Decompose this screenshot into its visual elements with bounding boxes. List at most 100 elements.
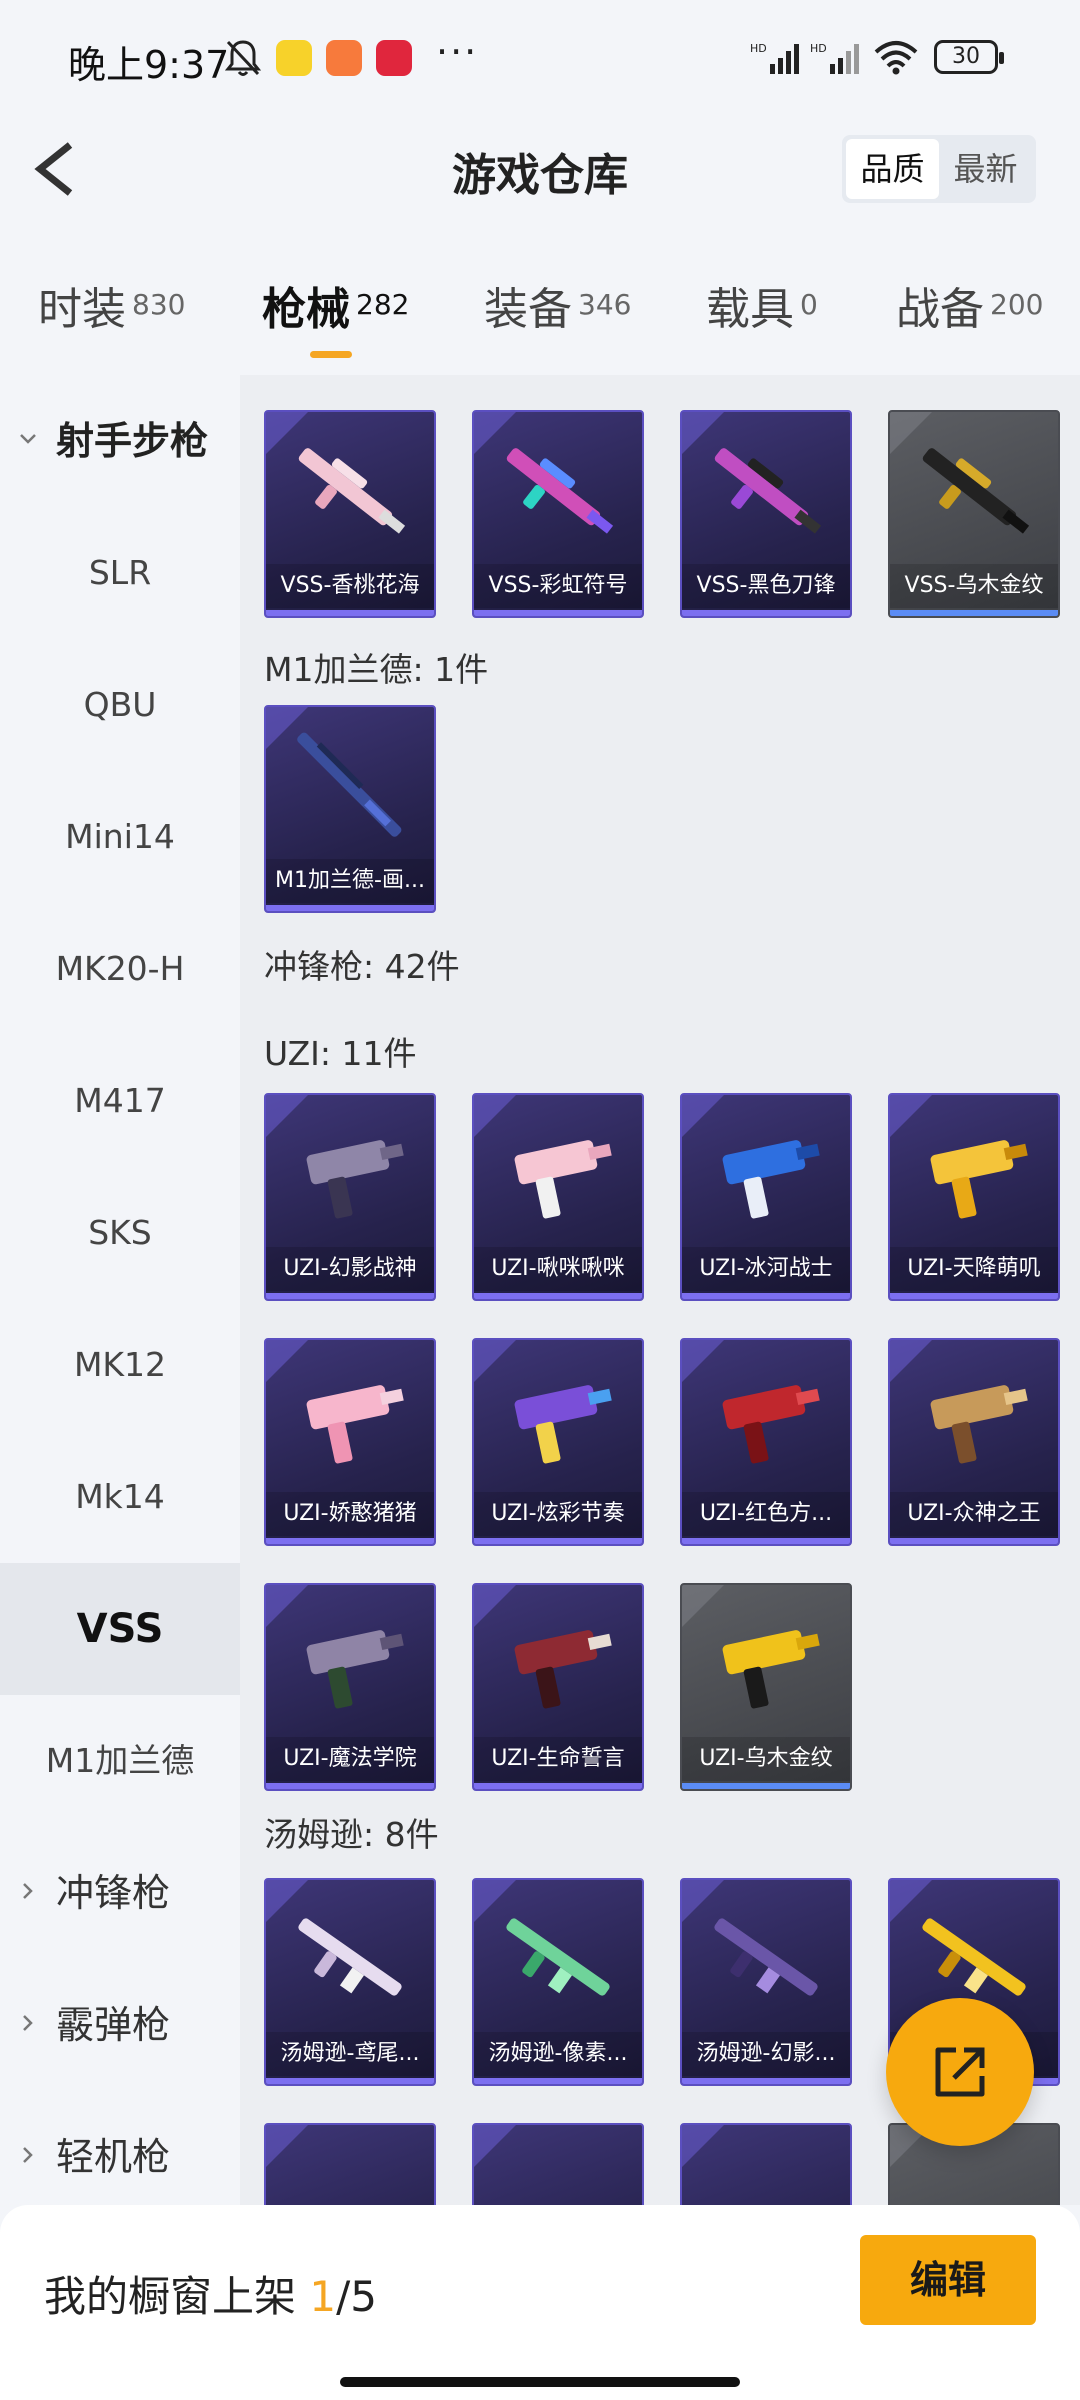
- sidebar-group-label: 轻机枪: [56, 2135, 171, 2179]
- sort-newest-button[interactable]: 最新: [939, 139, 1032, 199]
- rarity-bar: [682, 1538, 850, 1544]
- bell-off-icon: [224, 40, 262, 76]
- skin-card[interactable]: [680, 2123, 852, 2205]
- skin-name: UZI-天降萌叽: [890, 1247, 1058, 1291]
- bottom-bar: 我的橱窗上架 1/5 编辑: [0, 2205, 1080, 2400]
- sidebar-item-m1-garand[interactable]: M1加兰德: [0, 1695, 240, 1827]
- rarity-bar: [266, 905, 434, 911]
- tab-count: 830: [132, 288, 186, 321]
- chevron-right-icon: [23, 2015, 33, 2031]
- header: 游戏仓库 品质 最新: [0, 115, 1080, 225]
- skin-name: VSS-乌木金纹: [890, 564, 1058, 608]
- skin-card[interactable]: UZI-炫彩节奏: [472, 1338, 644, 1546]
- rarity-bar: [266, 610, 434, 616]
- share-button[interactable]: [886, 1998, 1034, 2146]
- skin-card[interactable]: M1加兰德-画...: [264, 705, 436, 913]
- home-indicator[interactable]: [340, 2377, 740, 2387]
- uzi-icon: [722, 1630, 820, 1709]
- tab-label: 载具: [706, 284, 794, 335]
- active-tab-indicator: [310, 351, 352, 358]
- uzi-icon: [514, 1385, 612, 1464]
- sidebar-item-mini14[interactable]: Mini14: [0, 771, 240, 903]
- skin-card[interactable]: 汤姆逊-鸢尾...: [264, 1878, 436, 2086]
- smg-icon: [922, 1918, 1026, 1996]
- skin-card[interactable]: VSS-彩虹符号: [472, 410, 644, 618]
- skin-card[interactable]: UZI-众神之王: [888, 1338, 1060, 1546]
- edit-button[interactable]: 编辑: [860, 2235, 1036, 2325]
- skin-name: 汤姆逊-幻影...: [682, 2032, 850, 2076]
- wifi-icon: [874, 41, 918, 75]
- sidebar-group-label: 霰弹枪: [56, 2003, 171, 2047]
- tab-label: 时装: [38, 284, 126, 335]
- uzi-icon: [514, 1630, 612, 1709]
- sidebar-item-qbu[interactable]: QBU: [0, 639, 240, 771]
- sidebar-item-sks[interactable]: SKS: [0, 1167, 240, 1299]
- tab-supplies[interactable]: 战备 200: [896, 273, 1043, 363]
- skin-card[interactable]: VSS-乌木金纹: [888, 410, 1060, 618]
- sidebar-item-vss[interactable]: VSS: [0, 1563, 240, 1695]
- tab-fashion[interactable]: 时装 830: [38, 273, 185, 363]
- rarity-bar: [682, 2078, 850, 2084]
- skin-card[interactable]: 汤姆逊-幻影...: [680, 1878, 852, 2086]
- rarity-bar: [682, 610, 850, 616]
- app-icon: [276, 40, 312, 76]
- status-time: 晚上9:37: [68, 43, 230, 87]
- skin-name: VSS-彩虹符号: [474, 564, 642, 608]
- rarity-bar: [890, 1293, 1058, 1299]
- tab-firearms[interactable]: 枪械 282: [262, 273, 409, 363]
- rarity-bar: [682, 1783, 850, 1789]
- sidebar-item-mk12[interactable]: MK12: [0, 1299, 240, 1431]
- section-header-m1-garand: M1加兰德: 1件: [264, 650, 489, 689]
- chevron-down-icon: [20, 434, 36, 444]
- skin-name: M1加兰德-画...: [266, 859, 434, 903]
- category-tabs: 时装 830 枪械 282 装备 346 载具 0 战备 200: [0, 265, 1080, 375]
- skin-card[interactable]: UZI-冰河战士: [680, 1093, 852, 1301]
- sort-quality-button[interactable]: 品质: [846, 139, 939, 199]
- sidebar-item-slr[interactable]: SLR: [0, 507, 240, 639]
- skin-card[interactable]: UZI-魔法学院: [264, 1583, 436, 1791]
- sidebar-group-marksman-rifles[interactable]: 射手步枪: [0, 375, 240, 507]
- uzi-icon: [306, 1140, 404, 1219]
- skin-card[interactable]: 汤姆逊-像素...: [472, 1878, 644, 2086]
- skin-name: UZI-乌木金纹: [682, 1737, 850, 1781]
- showcase-status: 我的橱窗上架 1/5: [44, 2263, 377, 2324]
- smg-icon: [506, 1918, 610, 1996]
- uzi-icon: [722, 1140, 820, 1219]
- skin-card[interactable]: UZI-乌木金纹: [680, 1583, 852, 1791]
- chevron-right-icon: [23, 1883, 33, 1899]
- sidebar-group-shotgun[interactable]: 霰弹枪: [0, 1959, 240, 2091]
- skin-name: UZI-冰河战士: [682, 1247, 850, 1291]
- uzi-icon: [930, 1385, 1028, 1464]
- skin-card[interactable]: UZI-娇憨猪猪: [264, 1338, 436, 1546]
- skin-card[interactable]: [472, 2123, 644, 2205]
- skin-card[interactable]: UZI-天降萌叽: [888, 1093, 1060, 1301]
- sidebar-group-smg[interactable]: 冲锋枪: [0, 1827, 240, 1959]
- skin-card[interactable]: UZI-生命誓言: [472, 1583, 644, 1791]
- tab-equipment[interactable]: 装备 346: [484, 273, 631, 363]
- svg-text:HD: HD: [810, 42, 827, 55]
- section-header-uzi: UZI: 11件: [264, 1034, 417, 1073]
- skin-card[interactable]: VSS-黑色刀锋: [680, 410, 852, 618]
- sidebar-item-mk14[interactable]: Mk14: [0, 1431, 240, 1563]
- svg-text:HD: HD: [750, 42, 767, 55]
- skin-card[interactable]: UZI-幻影战神: [264, 1093, 436, 1301]
- sidebar-item-mk20h[interactable]: MK20-H: [0, 903, 240, 1035]
- skin-card[interactable]: [264, 2123, 436, 2205]
- sidebar-group-lmg[interactable]: 轻机枪: [0, 2091, 240, 2205]
- rifle-icon: [922, 448, 1030, 534]
- rarity-bar: [682, 1293, 850, 1299]
- sidebar-item-m417[interactable]: M417: [0, 1035, 240, 1167]
- skin-name: UZI-炫彩节奏: [474, 1492, 642, 1536]
- signal-hd-icon: HD: [810, 42, 859, 74]
- skin-card[interactable]: UZI-红色方...: [680, 1338, 852, 1546]
- skin-name: 汤姆逊-像素...: [474, 2032, 642, 2076]
- section-header-thompson: 汤姆逊: 8件: [264, 1815, 439, 1854]
- rifle-icon: [714, 448, 822, 534]
- skin-name: UZI-红色方...: [682, 1492, 850, 1536]
- skin-card[interactable]: UZI-啾咪啾咪: [472, 1093, 644, 1301]
- skin-card[interactable]: VSS-香桃花海: [264, 410, 436, 618]
- skin-name: UZI-生命誓言: [474, 1737, 642, 1781]
- tab-vehicles[interactable]: 载具 0: [706, 273, 818, 363]
- battery-icon: 30: [934, 40, 1004, 74]
- uzi-icon: [514, 1140, 612, 1219]
